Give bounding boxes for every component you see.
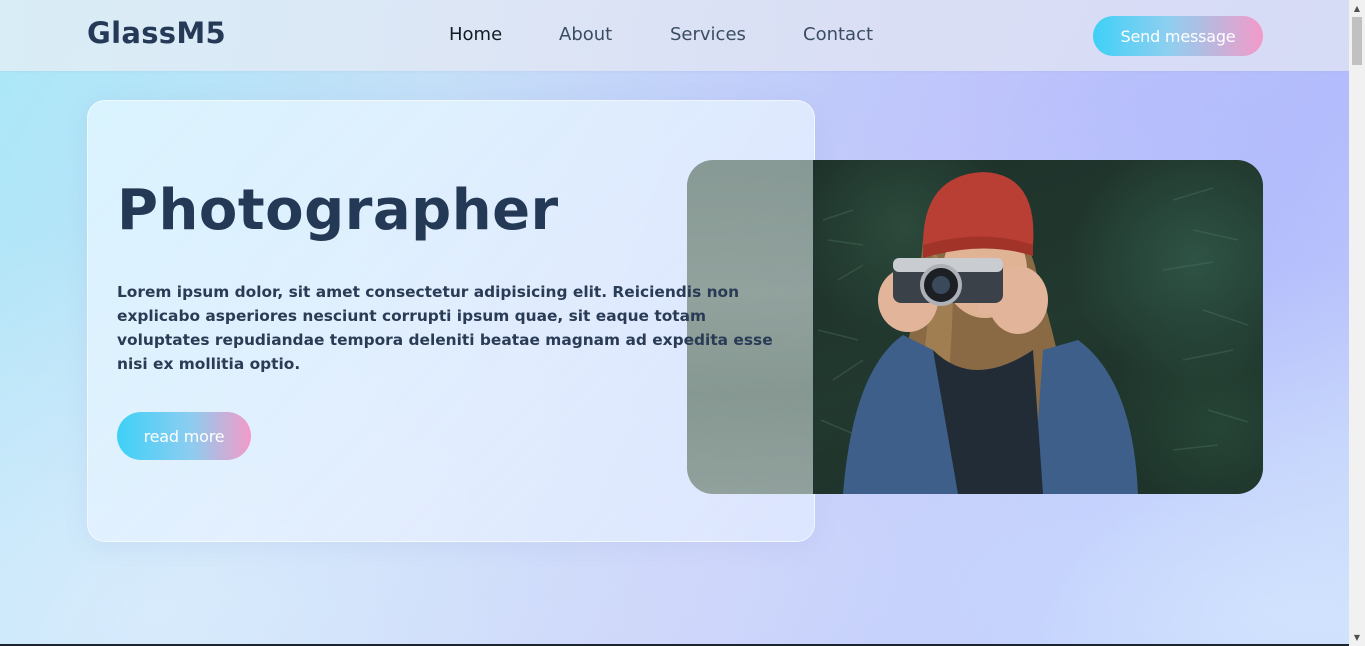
- photographer-image: [813, 160, 1263, 494]
- hero-title: Photographer: [117, 178, 559, 243]
- nav-about-link[interactable]: About: [559, 24, 612, 45]
- navbar: GlassM5 Home About Services Contact Send…: [0, 0, 1349, 71]
- scrollbar[interactable]: ▲ ▼: [1349, 0, 1365, 646]
- scroll-thumb[interactable]: [1352, 17, 1362, 65]
- hero-description: Lorem ipsum dolor, sit amet consectetur …: [117, 283, 773, 373]
- read-more-button[interactable]: read more: [117, 412, 251, 460]
- scroll-up-arrow-icon[interactable]: ▲: [1349, 0, 1365, 17]
- nav-services-link[interactable]: Services: [670, 24, 746, 45]
- logo[interactable]: GlassM5: [87, 16, 226, 50]
- nav-home-link[interactable]: Home: [449, 24, 502, 45]
- send-message-button[interactable]: Send message: [1093, 16, 1263, 56]
- scroll-down-arrow-icon[interactable]: ▼: [1349, 629, 1365, 646]
- nav-contact-link[interactable]: Contact: [803, 24, 873, 45]
